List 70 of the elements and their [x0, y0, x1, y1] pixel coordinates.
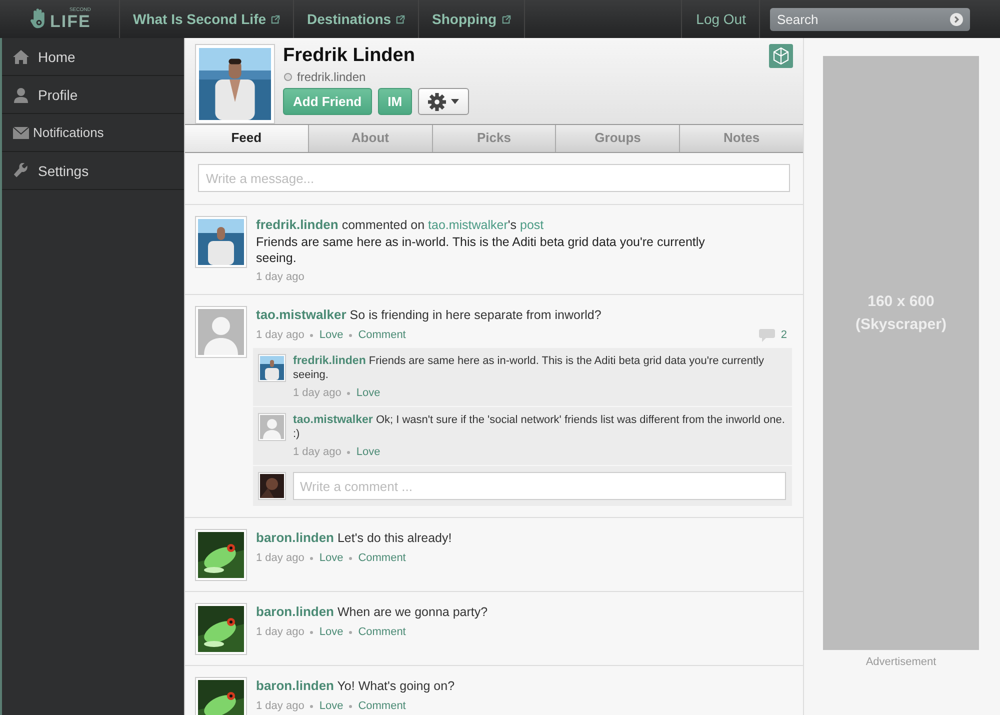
search-field[interactable]: Search — [770, 8, 970, 30]
tab[interactable]: Picks — [432, 125, 556, 152]
separator-dot — [349, 630, 352, 634]
post-text: baron.linden When are we gonna party? — [256, 603, 489, 621]
timestamp: 1 day ago — [256, 552, 304, 564]
message-field[interactable]: Write a message... — [198, 164, 790, 192]
separator-dot — [347, 392, 350, 394]
caret-icon — [451, 99, 460, 104]
user-link[interactable]: tao.mistwalker — [293, 414, 373, 426]
user-link[interactable]: tao.mistwalker — [256, 307, 346, 322]
separator-dot — [310, 334, 314, 336]
action-link[interactable]: Comment — [358, 329, 406, 341]
separator-dot — [349, 556, 352, 560]
settings-menu-button[interactable] — [418, 88, 470, 115]
envelope-icon — [12, 126, 30, 140]
speech-bubble-icon — [758, 328, 775, 342]
user-link[interactable]: baron.linden — [256, 530, 334, 545]
post-link[interactable]: post — [520, 218, 544, 232]
timestamp: 1 day ago — [256, 626, 304, 638]
post-text: tao.mistwalker So is friending in here separate from inworld? — [256, 306, 602, 324]
ad-caption: Advertisement — [864, 656, 938, 668]
timestamp: 1 day ago — [293, 387, 342, 399]
activity-text: fredrik.linden commented on tao.mistwalker's post — [256, 216, 545, 234]
im-button[interactable]: IM — [378, 88, 412, 115]
avatar-placeholder — [260, 415, 284, 439]
logo-text: LIFE — [50, 13, 91, 30]
tab[interactable]: About — [308, 125, 432, 152]
add-friend-button[interactable]: Add Friend — [283, 88, 372, 115]
separator-dot — [349, 334, 352, 336]
action-link[interactable]: Love — [319, 552, 344, 564]
wrench-icon — [12, 162, 30, 178]
action-link[interactable]: Love — [356, 387, 380, 399]
post-text: baron.linden Yo! What's going on? — [256, 677, 456, 695]
sidebar-item[interactable]: Notifications — [2, 114, 184, 152]
user-link[interactable]: fredrik.linden — [256, 217, 338, 232]
timestamp: 1 day ago — [256, 700, 304, 712]
action-link[interactable]: Comment — [358, 700, 406, 712]
action-link[interactable]: Comment — [358, 626, 406, 638]
comment-count[interactable]: 2 — [758, 328, 787, 342]
action-link[interactable]: Love — [319, 700, 344, 712]
comment-text: fredrik.linden Friends are same here as in-world. This is the Aditi beta grid data you're currently seeing. — [293, 354, 765, 382]
user-link[interactable]: tao.mistwalker — [428, 218, 508, 232]
avatar-placeholder — [195, 306, 247, 358]
separator-dot — [347, 450, 350, 454]
comment-text: tao.mistwalker Ok; I wasn't sure if the 'social network' friends list was different from the inworld one. :) — [293, 413, 786, 441]
cube-icon[interactable] — [769, 44, 793, 68]
tab[interactable]: Feed — [185, 125, 308, 152]
action-link[interactable]: Love — [319, 626, 344, 638]
user-link[interactable]: fredrik.linden — [293, 355, 366, 367]
separator-dot — [310, 630, 314, 634]
timestamp: 1 day ago — [256, 271, 304, 283]
separator-dot — [310, 704, 314, 708]
user-link[interactable]: baron.linden — [256, 604, 334, 619]
tab[interactable]: Groups — [555, 125, 680, 152]
separator-dot — [349, 704, 352, 708]
user-link[interactable]: baron.linden — [256, 678, 334, 693]
person-icon — [12, 86, 30, 102]
action-link[interactable]: Love — [356, 446, 380, 458]
timestamp: 1 day ago — [256, 329, 304, 341]
post-text: baron.linden Let's do this already! — [256, 529, 453, 547]
comment-field[interactable]: Write a comment ... — [293, 472, 786, 500]
gear-icon — [428, 92, 446, 110]
profile-name: Fredrik Linden — [283, 45, 416, 67]
separator-dot — [310, 556, 314, 560]
house-icon — [12, 48, 30, 64]
timestamp: 1 day ago — [293, 446, 342, 458]
comment-text: Friends are same here as in-world. This is the Aditi beta grid data you're currently seeing. — [256, 234, 706, 266]
username: fredrik.linden — [297, 70, 366, 84]
action-link[interactable]: Comment — [358, 552, 406, 564]
action-link[interactable]: Love — [319, 329, 344, 341]
